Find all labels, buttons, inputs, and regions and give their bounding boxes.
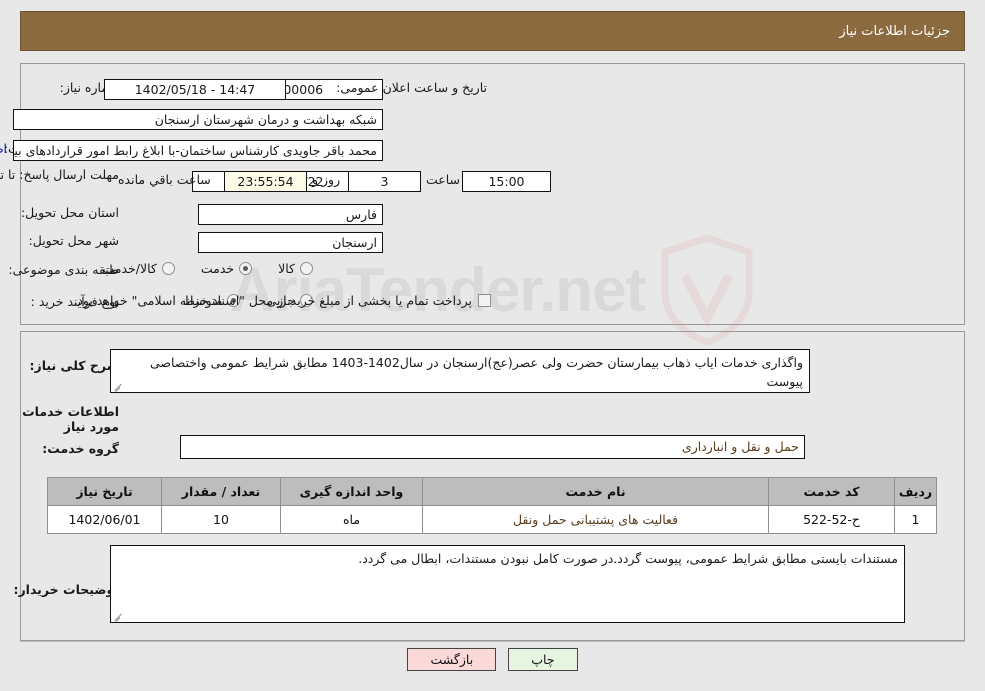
- service-group-label: گروه خدمت:: [42, 441, 119, 456]
- service-group-label-wrap: گروه خدمت:: [42, 441, 119, 456]
- days-label-wrap: روز و: [312, 172, 340, 187]
- days-label: روز و: [312, 172, 341, 187]
- announce-label-wrap: تاریخ و ساعت اعلان عمومی:: [336, 80, 487, 95]
- treasury-note-label: پرداخت تمام یا بخشی از مبلغ خرید،از محل …: [73, 293, 472, 308]
- announce-value-wrap: 1402/05/18 - 14:47: [104, 79, 286, 100]
- countdown-wrap: 23:55:54: [224, 171, 307, 192]
- page-title: جزئیات اطلاعات نیاز: [839, 23, 950, 39]
- print-button[interactable]: چاپ: [508, 648, 578, 671]
- need-details-page: AriaTender.net جزئیات اطلاعات نیاز شماره…: [0, 0, 985, 691]
- remaining-hours-label: ساعت باقي مانده: [118, 172, 211, 187]
- category-option-label: کالا/خدمت: [102, 261, 157, 276]
- deadline-label-wrap: مهلت ارسال پاسخ: تا تاریخ:: [0, 164, 119, 183]
- table-row: 1 ح-52-522 فعالیت های پشتیبانی حمل ونقل …: [47, 505, 937, 534]
- province-field[interactable]: فارس: [198, 204, 383, 225]
- resize-grip-icon[interactable]: [113, 381, 123, 391]
- cell-code: ح-52-522: [768, 505, 895, 534]
- city-label-wrap: شهر محل تحویل:: [29, 233, 119, 248]
- radio-icon[interactable]: [300, 262, 313, 275]
- province-label-wrap: استان محل تحویل:: [21, 205, 119, 220]
- th-qty: تعداد / مقدار: [161, 477, 281, 506]
- buyer-notes-text: مستندات بایستی مطابق شرایط عمومی، پیوست …: [358, 551, 898, 566]
- category-option-kala[interactable]: کالا: [278, 261, 313, 276]
- th-name: نام خدمت: [422, 477, 769, 506]
- announce-datetime-label: تاریخ و ساعت اعلان عمومی:: [336, 80, 487, 95]
- info-panel: [20, 63, 965, 325]
- remaining-label-wrap: ساعت باقي مانده: [118, 172, 211, 187]
- bottom-divider: [20, 641, 965, 642]
- category-option-label: کالا: [278, 261, 295, 276]
- countdown-timer-field: 23:55:54: [224, 171, 307, 192]
- summary-text: واگذاری خدمات ایاب ذهاب بیمارستان حضرت و…: [149, 355, 803, 389]
- deadline-time-wrap: 15:00: [462, 171, 551, 192]
- city-field-wrap: ارسنجان: [198, 232, 383, 253]
- creator-field-wrap: محمد باقر جاویدی کارشناس ساختمان-با ابلا…: [13, 140, 383, 161]
- table-header-row: ردیف کد خدمت نام خدمت واحد اندازه گیری ت…: [47, 477, 937, 506]
- deadline-time-field[interactable]: 15:00: [462, 171, 551, 192]
- deadline-label: مهلت ارسال پاسخ: تا تاریخ:: [0, 167, 119, 182]
- announce-datetime-field[interactable]: 1402/05/18 - 14:47: [104, 79, 286, 100]
- resize-grip-icon[interactable]: [113, 611, 123, 621]
- service-group-field-wrap: حمل و نقل و انبارداری: [180, 435, 805, 459]
- page-title-bar: جزئیات اطلاعات نیاز: [20, 11, 965, 51]
- province-field-wrap: فارس: [198, 204, 383, 225]
- cell-index: 1: [894, 505, 937, 534]
- cell-quantity: 10: [161, 505, 281, 534]
- category-radio-group: کالا خدمت کالا/خدمت: [76, 261, 313, 276]
- summary-label-wrap: شرح کلی نیاز:: [30, 358, 119, 373]
- services-table-wrap: ردیف کد خدمت نام خدمت واحد اندازه گیری ت…: [47, 477, 937, 534]
- buyer-notes-textarea[interactable]: مستندات بایستی مطابق شرایط عمومی، پیوست …: [110, 545, 905, 623]
- days-remaining-field[interactable]: 3: [348, 171, 421, 192]
- th-index: ردیف: [894, 477, 937, 506]
- buyer-notes-label-wrap: توضیحات خریدار:: [13, 582, 119, 597]
- buyer-org-field[interactable]: شبکه بهداشت و درمان شهرستان ارسنجان: [13, 109, 383, 130]
- th-date: تاریخ نیاز: [47, 477, 162, 506]
- province-label: استان محل تحویل:: [20, 205, 119, 220]
- radio-icon[interactable]: [161, 262, 175, 275]
- creator-field[interactable]: محمد باقر جاویدی کارشناس ساختمان-با ابلا…: [13, 140, 383, 161]
- th-code: کد خدمت: [768, 477, 895, 506]
- cell-date: 1402/06/01: [47, 505, 162, 534]
- buyer-notes-label: توضیحات خریدار:: [13, 582, 119, 597]
- buyer-contact-link[interactable]: اطلاعات تماس خریدار: [0, 141, 7, 156]
- service-group-field[interactable]: حمل و نقل و انبارداری: [180, 435, 805, 459]
- cell-unit: ماه: [280, 505, 423, 534]
- summary-textarea[interactable]: واگذاری خدمات ایاب ذهاب بیمارستان حضرت و…: [110, 349, 810, 393]
- hour-label: ساعت: [426, 172, 461, 187]
- days-value-wrap: 3: [348, 171, 421, 192]
- city-label: شهر محل تحویل:: [28, 233, 119, 248]
- back-button[interactable]: بازگشت: [407, 648, 497, 671]
- city-field[interactable]: ارسنجان: [198, 232, 383, 253]
- cell-name: فعالیت های پشتیبانی حمل ونقل: [422, 505, 769, 534]
- treasury-option-wrap[interactable]: پرداخت تمام یا بخشی از مبلغ خرید،از محل …: [73, 293, 491, 308]
- category-option-khedmat[interactable]: خدمت: [200, 261, 253, 276]
- checkbox-icon[interactable]: [478, 294, 491, 307]
- summary-label: شرح کلی نیاز:: [29, 358, 119, 373]
- buyer-org-field-wrap: شبکه بهداشت و درمان شهرستان ارسنجان: [13, 109, 383, 130]
- action-buttons: بازگشت چاپ: [0, 648, 985, 671]
- category-option-kala-khedmat[interactable]: کالا/خدمت: [102, 261, 175, 276]
- th-unit: واحد اندازه گیری: [280, 477, 423, 506]
- category-option-label: خدمت: [200, 261, 235, 276]
- hour-label-holder: ساعت: [426, 172, 460, 187]
- radio-icon[interactable]: [239, 262, 253, 275]
- services-table: ردیف کد خدمت نام خدمت واحد اندازه گیری ت…: [47, 477, 937, 534]
- services-section-heading: اطلاعات خدمات مورد نیاز: [22, 404, 119, 434]
